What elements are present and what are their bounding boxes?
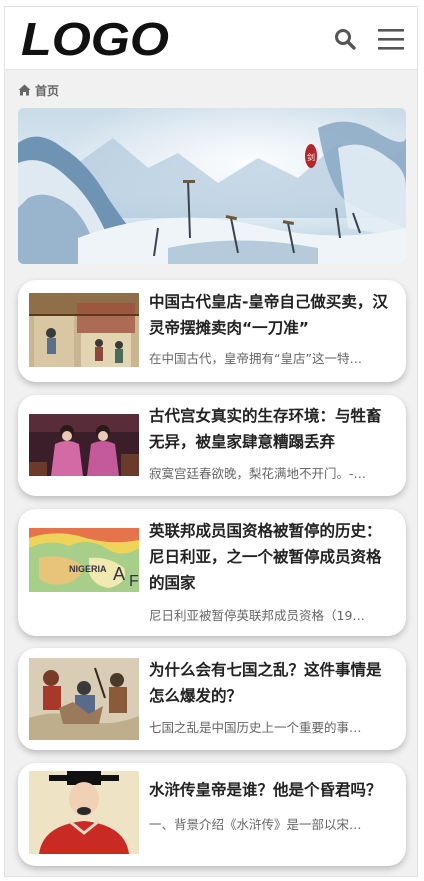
article-card[interactable]: 中国古代皇店-皇帝自己做买卖，汉灵帝摆摊卖肉“一刀准” 在中国古代，皇帝拥有“皇…: [18, 280, 406, 382]
hamburger-menu-icon[interactable]: [377, 27, 405, 51]
article-excerpt: 尼日利亚被暂停英联邦成员资格（19…: [149, 608, 365, 623]
hero-banner[interactable]: 剑: [18, 108, 406, 264]
article-thumbnail[interactable]: [29, 414, 139, 476]
svg-text:A: A: [113, 564, 125, 584]
article-card[interactable]: 为什么会有七国之乱？这件事情是怎么爆发的？ 七国之乱是中国历史上一个重要的事…: [18, 648, 406, 750]
article-excerpt: 寂寞宫廷春欲晚，梨花满地不开门。-…: [149, 466, 367, 481]
site-header: LOGO: [5, 7, 417, 70]
article-card[interactable]: 水浒传皇帝是谁？他是个昏君吗？ 一、背景介绍《水浒传》是一部以宋…: [18, 763, 406, 866]
article-excerpt: 七国之乱是中国历史上一个重要的事…: [149, 720, 362, 735]
svg-text:NIGERIA: NIGERIA: [69, 564, 107, 574]
svg-text:剑: 剑: [307, 152, 315, 162]
article-card[interactable]: NIGERIA A F 英联邦成员国资格被暂停的历史：尼日利亚，之一个被暂停成员…: [18, 509, 406, 636]
article-excerpt: 在中国古代，皇帝拥有“皇店”这一特…: [149, 351, 362, 366]
article-title[interactable]: 中国古代皇店-皇帝自己做买卖，汉灵帝摆摊卖肉“一刀准”: [149, 289, 396, 341]
article-thumbnail[interactable]: [29, 658, 139, 740]
breadcrumb: 首页: [18, 81, 59, 99]
article-title[interactable]: 为什么会有七国之乱？这件事情是怎么爆发的？: [149, 657, 396, 709]
home-icon: [18, 84, 31, 96]
banner-image: 剑: [18, 108, 406, 264]
svg-text:F: F: [129, 573, 139, 590]
article-thumbnail[interactable]: [29, 293, 139, 367]
search-icon[interactable]: [333, 27, 357, 51]
breadcrumb-home-link[interactable]: 首页: [35, 82, 59, 99]
svg-text:LOGO: LOGO: [21, 16, 169, 62]
article-excerpt: 一、背景介绍《水浒传》是一部以宋…: [149, 817, 362, 832]
page-frame: LOGO 首页 剑 中国古代皇店-皇帝自己做买卖，汉灵帝摆摊卖肉“一刀准” 在中…: [4, 6, 418, 877]
article-thumbnail[interactable]: NIGERIA A F: [29, 528, 139, 592]
article-thumbnail[interactable]: [29, 771, 139, 854]
article-title[interactable]: 水浒传皇帝是谁？他是个昏君吗？: [149, 777, 396, 803]
site-logo[interactable]: LOGO: [19, 16, 175, 62]
article-title[interactable]: 英联邦成员国资格被暂停的历史：尼日利亚，之一个被暂停成员资格的国家: [149, 518, 396, 596]
article-title[interactable]: 古代宫女真实的生存环境：与牲畜无异，被皇家肆意糟蹋丢弃: [149, 403, 396, 455]
article-card[interactable]: 古代宫女真实的生存环境：与牲畜无异，被皇家肆意糟蹋丢弃 寂寞宫廷春欲晚，梨花满地…: [18, 395, 406, 496]
